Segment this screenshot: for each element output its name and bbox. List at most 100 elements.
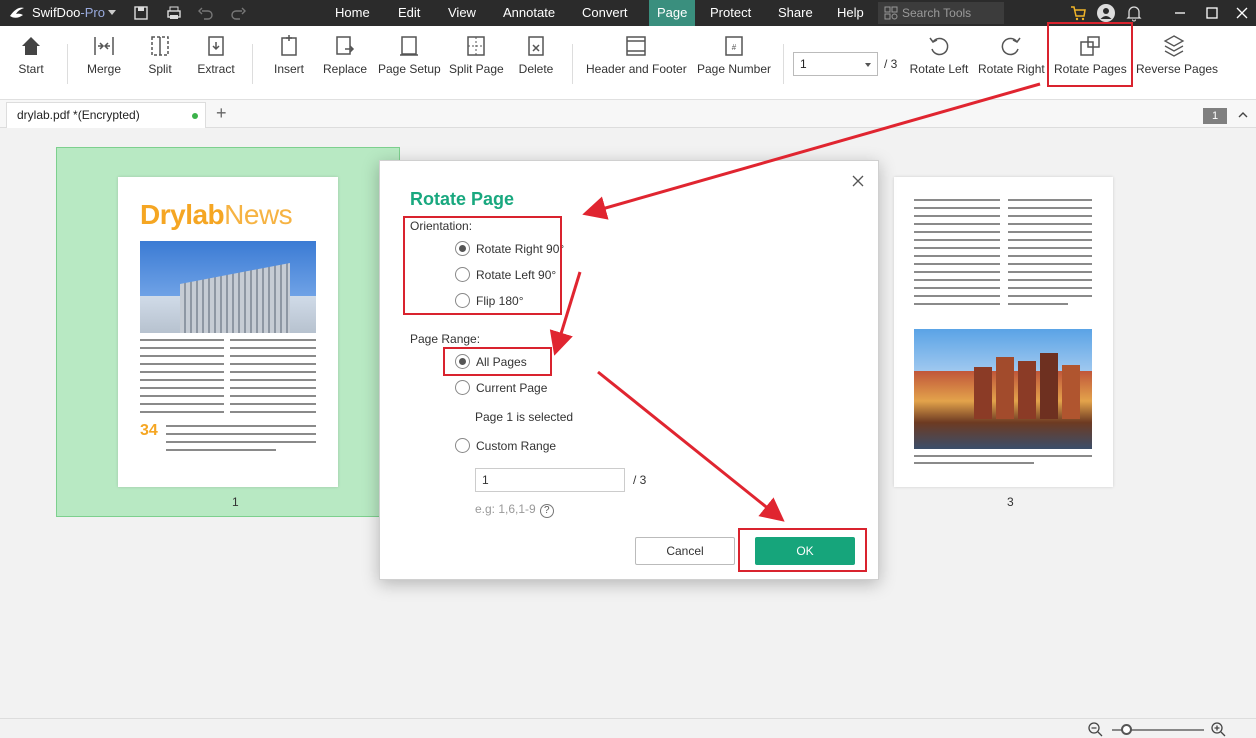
rotate-right-button[interactable]: Rotate Right bbox=[978, 34, 1045, 76]
page-setup-icon bbox=[400, 36, 418, 56]
search-tools-placeholder: Search Tools bbox=[902, 6, 972, 20]
new-tab-button[interactable]: + bbox=[216, 103, 227, 124]
radio-current-page[interactable]: Current Page bbox=[455, 380, 547, 396]
zoom-in-icon[interactable] bbox=[1210, 721, 1226, 737]
insert-icon bbox=[281, 35, 297, 56]
radio-all-pages[interactable]: All Pages bbox=[455, 354, 527, 370]
page-1-thumbnail[interactable]: DrylabNews 34 bbox=[118, 177, 338, 487]
search-tools-icon bbox=[884, 6, 898, 20]
zoom-out-icon[interactable] bbox=[1087, 721, 1103, 737]
menu-annotate[interactable]: Annotate bbox=[495, 0, 563, 26]
radio-unchecked-icon bbox=[455, 267, 470, 282]
chevron-down-icon bbox=[865, 63, 871, 67]
save-icon[interactable] bbox=[132, 4, 150, 22]
replace-button[interactable]: Replace bbox=[322, 34, 368, 76]
page-setup-button[interactable]: Page Setup bbox=[378, 34, 441, 76]
page-total: / 3 bbox=[884, 57, 898, 71]
rotate-pages-icon bbox=[1080, 36, 1100, 56]
maximize-icon[interactable] bbox=[1202, 3, 1222, 23]
split-icon bbox=[151, 36, 169, 56]
extract-icon bbox=[208, 36, 224, 56]
menu-edit[interactable]: Edit bbox=[390, 0, 428, 26]
radio-rotate-left-90[interactable]: Rotate Left 90° bbox=[455, 267, 556, 283]
app-menu-dropdown-icon[interactable] bbox=[108, 10, 116, 15]
menu-help[interactable]: Help bbox=[829, 0, 872, 26]
status-bar bbox=[0, 718, 1256, 738]
newsletter-masthead: DrylabNews bbox=[140, 199, 293, 230]
menu-convert[interactable]: Convert bbox=[574, 0, 636, 26]
rotate-left-icon bbox=[929, 37, 949, 56]
chevron-up-icon[interactable] bbox=[1236, 108, 1250, 122]
document-tab[interactable]: drylab.pdf *(Encrypted) bbox=[6, 102, 206, 128]
current-page-select[interactable]: 1 bbox=[793, 52, 878, 76]
rotate-page-dialog: Rotate Page Orientation: Rotate Right 90… bbox=[379, 160, 879, 580]
cancel-button[interactable]: Cancel bbox=[635, 537, 735, 565]
page-3-thumbnail[interactable] bbox=[894, 177, 1113, 487]
ok-button[interactable]: OK bbox=[755, 537, 855, 565]
merge-icon bbox=[94, 37, 114, 55]
split-page-button[interactable]: Split Page bbox=[449, 34, 504, 76]
building-photo bbox=[140, 241, 316, 333]
page-number-button[interactable]: # Page Number bbox=[696, 34, 772, 76]
toolbar-separator bbox=[252, 44, 253, 84]
reverse-pages-icon bbox=[1163, 35, 1185, 57]
close-window-icon[interactable] bbox=[1232, 3, 1252, 23]
extract-button[interactable]: Extract bbox=[195, 34, 237, 76]
zoom-slider-handle[interactable] bbox=[1121, 724, 1132, 735]
radio-rotate-right-90[interactable]: Rotate Right 90° bbox=[455, 241, 564, 257]
page-count-badge: 1 bbox=[1203, 108, 1227, 124]
page-number-icon: # bbox=[725, 36, 743, 56]
help-question-icon[interactable]: ? bbox=[539, 504, 554, 518]
toolbar-separator bbox=[783, 44, 784, 84]
custom-range-total: / 3 bbox=[633, 473, 647, 487]
merge-button[interactable]: Merge bbox=[82, 34, 126, 76]
page-1-label: 1 bbox=[232, 495, 239, 509]
selected-page-note: Page 1 is selected bbox=[475, 410, 574, 424]
user-account-icon[interactable] bbox=[1096, 3, 1116, 23]
menu-home[interactable]: Home bbox=[327, 0, 378, 26]
menu-protect[interactable]: Protect bbox=[702, 0, 759, 26]
toolbar-separator bbox=[572, 44, 573, 84]
range-format-hint: e.g: 1,6,1-9? bbox=[475, 502, 554, 518]
swifdoo-logo-icon bbox=[10, 7, 24, 18]
menu-share[interactable]: Share bbox=[770, 0, 821, 26]
undo-icon[interactable] bbox=[197, 4, 215, 22]
custom-range-input[interactable]: 1 bbox=[475, 468, 625, 492]
reverse-pages-button[interactable]: Reverse Pages bbox=[1136, 34, 1218, 76]
rotate-left-button[interactable]: Rotate Left bbox=[909, 34, 969, 76]
dialog-close-icon[interactable] bbox=[852, 175, 864, 187]
notification-bell-icon[interactable] bbox=[1124, 3, 1144, 23]
search-tools-input[interactable]: Search Tools bbox=[878, 2, 1004, 24]
header-footer-button[interactable]: Header and Footer bbox=[586, 34, 687, 76]
minimize-icon[interactable] bbox=[1170, 3, 1190, 23]
home-icon bbox=[22, 37, 40, 55]
document-tab-strip: drylab.pdf *(Encrypted) + 1 bbox=[0, 100, 1256, 128]
header-footer-icon bbox=[626, 36, 646, 56]
rotate-right-icon bbox=[1001, 37, 1021, 56]
page-toolbar: Start Merge Split Extract Insert Replace… bbox=[0, 26, 1256, 100]
svg-text:#: # bbox=[732, 43, 737, 52]
delete-page-icon bbox=[528, 36, 544, 56]
page-3-label: 3 bbox=[1007, 495, 1014, 509]
start-button[interactable]: Start bbox=[12, 34, 50, 76]
delete-button[interactable]: Delete bbox=[517, 34, 555, 76]
menu-view[interactable]: View bbox=[440, 0, 484, 26]
page-range-label: Page Range: bbox=[410, 332, 481, 346]
dialog-title: Rotate Page bbox=[410, 189, 515, 209]
split-button[interactable]: Split bbox=[143, 34, 177, 76]
rotate-pages-button[interactable]: Rotate Pages bbox=[1054, 34, 1127, 76]
big-number: 34 bbox=[140, 422, 158, 439]
unsaved-dot-icon bbox=[192, 113, 198, 119]
print-icon[interactable] bbox=[165, 4, 183, 22]
cart-icon[interactable] bbox=[1068, 3, 1088, 23]
toolbar-separator bbox=[67, 44, 68, 84]
menu-page[interactable]: Page bbox=[649, 0, 696, 26]
insert-button[interactable]: Insert bbox=[271, 34, 307, 76]
split-page-icon bbox=[467, 36, 485, 56]
orientation-label: Orientation: bbox=[410, 219, 473, 233]
radio-custom-range[interactable]: Custom Range bbox=[455, 438, 556, 454]
radio-flip-180[interactable]: Flip 180° bbox=[455, 293, 524, 309]
radio-unchecked-icon bbox=[455, 293, 470, 308]
app-name: SwifDoo-Pro bbox=[32, 5, 105, 20]
redo-icon[interactable] bbox=[229, 4, 247, 22]
